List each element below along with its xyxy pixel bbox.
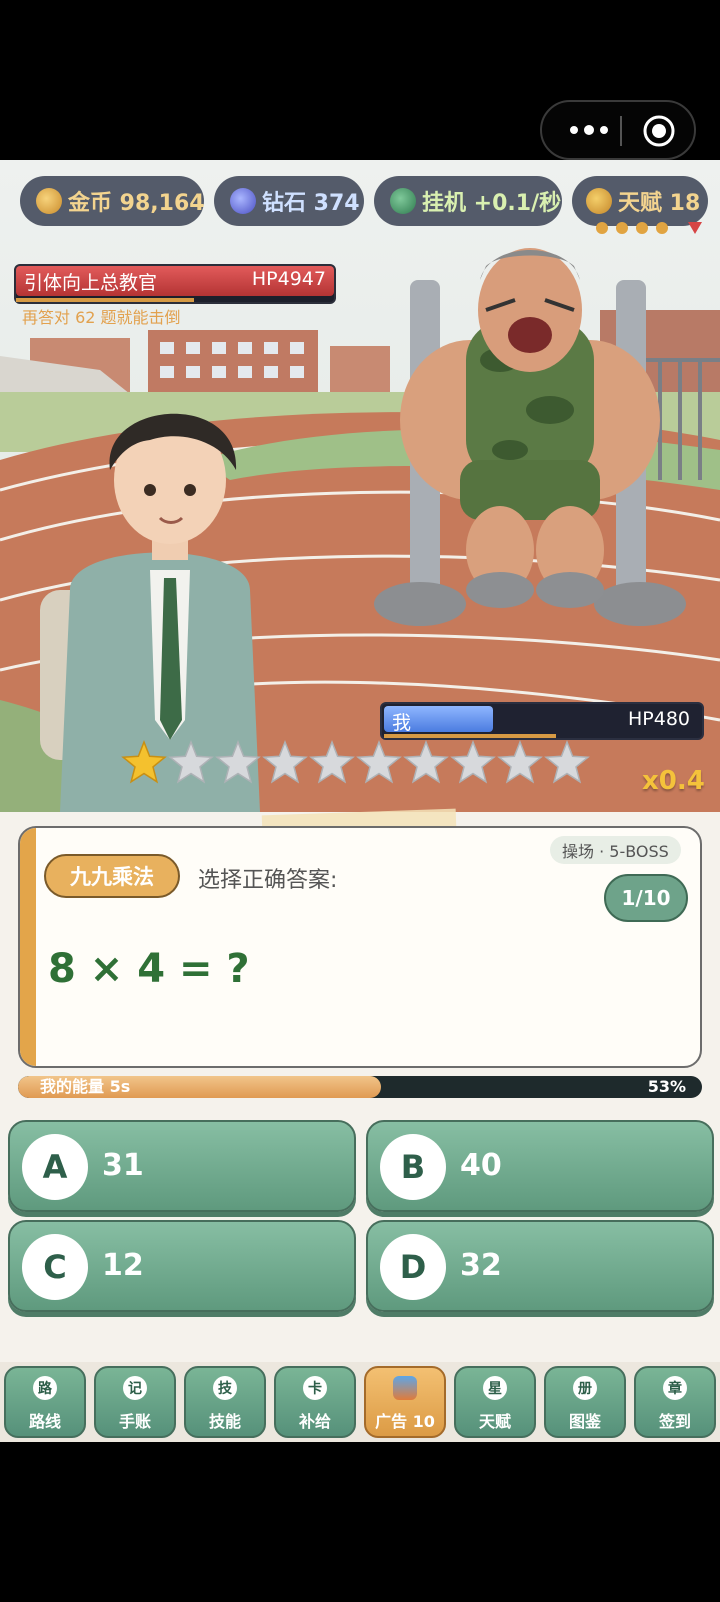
option-value: 12	[102, 1248, 144, 1283]
route-icon: 路	[33, 1376, 57, 1400]
player-sub-bar	[384, 734, 556, 738]
nav-codex-button[interactable]: 册 图鉴	[544, 1366, 626, 1438]
nav-label: 广告 10	[375, 1412, 435, 1431]
nav-notebook-button[interactable]: 记 手账	[94, 1366, 176, 1438]
nav-route-button[interactable]: 路 路线	[4, 1366, 86, 1438]
nav-label: 天赋	[478, 1412, 511, 1431]
diamond-counter: 钻石 374	[214, 176, 364, 226]
book-icon: 册	[573, 1376, 597, 1400]
notebook-icon: 记	[123, 1376, 147, 1400]
nav-label: 路线	[28, 1412, 61, 1431]
nav-skills-button[interactable]: 技 技能	[184, 1366, 266, 1438]
question-prompt: 选择正确答案:	[198, 868, 338, 893]
dropdown-triangle-icon[interactable]	[688, 222, 702, 234]
option-letter: C	[22, 1234, 88, 1300]
star-icon: 星	[483, 1376, 507, 1400]
gold-counter: 金币 98,164	[20, 176, 205, 226]
energy-bar: 我的能量 5s 53%	[18, 1076, 702, 1098]
player-hp-bar: 我 HP480	[380, 702, 704, 740]
multiplier: x0.4	[642, 766, 705, 796]
stage-badge: 操场 · 5-BOSS	[550, 836, 681, 864]
page-dots	[596, 222, 682, 234]
clover-icon	[390, 188, 416, 214]
nav-label: 图鉴	[568, 1412, 601, 1431]
option-value: 31	[102, 1148, 144, 1183]
question-counter: 1/10	[604, 874, 688, 922]
idle-rate: 挂机 +0.1/秒	[374, 176, 562, 226]
nav-talent-button[interactable]: 星 天赋	[454, 1366, 536, 1438]
gift-box-icon	[393, 1376, 417, 1400]
option-letter: B	[380, 1134, 446, 1200]
nav-label: 技能	[208, 1412, 241, 1431]
category-tag: 九九乘法	[44, 854, 180, 898]
option-letter: A	[22, 1134, 88, 1200]
question-text: 8 × 4 = ?	[48, 946, 250, 992]
nav-ad-button[interactable]: 广告 10	[364, 1366, 446, 1438]
boss-name: 引体向上总教官	[24, 272, 158, 294]
diamond-label: 钻石 374	[262, 191, 360, 216]
option-letter: D	[380, 1234, 446, 1300]
nav-label: 签到	[658, 1412, 691, 1431]
nav-checkin-button[interactable]: 章 签到	[634, 1366, 716, 1438]
option-value: 32	[460, 1248, 502, 1283]
nav-label: 补给	[298, 1412, 331, 1431]
option-value: 40	[460, 1148, 502, 1183]
player-hp-value: HP480	[627, 708, 690, 730]
talent-counter[interactable]: 天赋 18	[572, 176, 708, 226]
coin-icon	[36, 188, 62, 214]
energy-percent: 53%	[647, 1077, 686, 1096]
badge-icon: 章	[663, 1376, 687, 1400]
idle-label: 挂机 +0.1/秒	[422, 191, 562, 216]
card-stripe	[20, 828, 36, 1066]
target-circle-icon[interactable]	[642, 114, 676, 148]
boss-hp-value: HP4947	[251, 268, 326, 290]
boss-character	[374, 248, 686, 626]
option-d-button[interactable]: D 32	[366, 1220, 714, 1312]
nav-supply-button[interactable]: 卡 补给	[274, 1366, 356, 1438]
skills-icon: 技	[213, 1376, 237, 1400]
nav-label: 手账	[118, 1412, 151, 1431]
more-dots-icon[interactable]	[564, 118, 614, 142]
gold-label: 金币 98,164	[68, 191, 205, 216]
star-badge-icon	[586, 188, 612, 214]
talent-label: 天赋 18	[618, 191, 701, 216]
option-b-button[interactable]: B 40	[366, 1120, 714, 1212]
boss-hp-bar: 引体向上总教官 HP4947	[14, 264, 336, 304]
boss-hint: 再答对 62 题就能击倒	[22, 308, 181, 327]
capsule-divider	[620, 116, 622, 146]
option-c-button[interactable]: C 12	[8, 1220, 356, 1312]
option-a-button[interactable]: A 31	[8, 1120, 356, 1212]
diamond-icon	[230, 188, 256, 214]
boss-sub-bar	[16, 298, 194, 302]
player-name: 我	[392, 712, 412, 734]
energy-label: 我的能量 5s	[40, 1077, 131, 1096]
card-icon: 卡	[303, 1376, 327, 1400]
miniprogram-capsule	[540, 100, 696, 160]
